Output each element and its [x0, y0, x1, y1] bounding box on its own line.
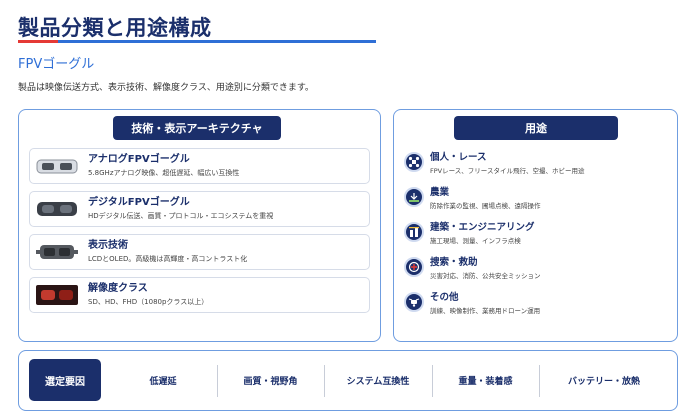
factor-image-quality: 画質・視野角 — [243, 376, 298, 387]
use-item-other: その他 訓練、映像制作、業務用ドローン運用 — [404, 292, 669, 322]
digital-goggle-icon — [34, 197, 80, 221]
factor-battery-heat: バッテリー・放熱 — [567, 376, 640, 387]
tech-item-name: 表示技術 — [88, 240, 128, 251]
use-item-name: 捜索・救助 — [430, 257, 478, 268]
page-description: 製品は映像伝送方式、表示技術、解像度クラス、用途別に分類できます。 — [18, 83, 314, 93]
tech-panel: 技術・表示アーキテクチャ アナログFPVゴーグル 5.8GHzアナログ映像、超低… — [18, 109, 381, 342]
title-underline-accent — [18, 40, 58, 43]
page-title: 製品分類と用途構成 — [18, 16, 212, 40]
use-item-desc: FPVレース、フリースタイル飛行、空撮、ホビー用途 — [430, 167, 585, 175]
selection-factors-heading: 選定要因 — [29, 359, 101, 401]
tech-item-name: アナログFPVゴーグル — [88, 154, 190, 165]
rescue-icon — [404, 257, 424, 277]
tech-item-name: 解像度クラス — [88, 283, 148, 294]
use-item-desc: 防除作業の監視、圃場点検、遠隔操作 — [430, 202, 541, 210]
drone-icon — [404, 152, 424, 172]
use-item-search-rescue: 捜索・救助 災害対応、消防、公共安全ミッション — [404, 257, 669, 287]
use-item-name: 建築・エンジニアリング — [430, 222, 535, 233]
use-item-agriculture: 農業 防除作業の監視、圃場点検、遠隔操作 — [404, 187, 669, 217]
title-underline — [18, 40, 376, 43]
tech-item-digital: デジタルFPVゴーグル HDデジタル伝送、画質・プロトコル・エコシステムを重視 — [29, 191, 370, 227]
tech-item-resolution: 解像度クラス SD、HD、FHD（1080pクラス以上） — [29, 277, 370, 313]
display-goggle-icon — [34, 240, 80, 264]
tech-item-analog: アナログFPVゴーグル 5.8GHzアナログ映像、超低遅延、幅広い互換性 — [29, 148, 370, 184]
use-panel: 用途 個人・レース FPVレース、フリースタイル飛行、空撮、ホビー用途 農業 防… — [393, 109, 678, 342]
camera-drone-icon — [404, 292, 424, 312]
tech-item-desc: 5.8GHzアナログ映像、超低遅延、幅広い互換性 — [88, 169, 240, 177]
construction-icon — [404, 222, 424, 242]
tech-item-desc: HDデジタル伝送、画質・プロトコル・エコシステムを重視 — [88, 212, 274, 220]
use-item-name: 農業 — [430, 187, 450, 198]
factor-low-latency: 低遅延 — [149, 376, 177, 387]
tech-item-desc: SD、HD、FHD（1080pクラス以上） — [88, 298, 209, 306]
use-item-desc: 施工現場、測量、インフラ点検 — [430, 237, 521, 245]
resolution-goggle-icon — [34, 283, 80, 307]
factor-weight-comfort: 重量・装着感 — [458, 376, 513, 387]
use-item-name: 個人・レース — [430, 152, 487, 163]
use-item-desc: 災害対応、消防、公共安全ミッション — [430, 272, 541, 280]
selection-factors-bar: 選定要因 低遅延 画質・視野角 システム互換性 重量・装着感 バッテリー・放熱 — [18, 350, 678, 411]
use-item-name: その他 — [430, 292, 459, 303]
factor-compatibility: システム互換性 — [346, 376, 410, 387]
tech-item-desc: LCDとOLED。高級機は高輝度・高コントラスト化 — [88, 255, 248, 263]
tech-item-name: デジタルFPVゴーグル — [88, 197, 190, 208]
tech-panel-heading: 技術・表示アーキテクチャ — [113, 116, 281, 140]
use-panel-heading: 用途 — [454, 116, 618, 140]
use-item-personal-racing: 個人・レース FPVレース、フリースタイル飛行、空撮、ホビー用途 — [404, 152, 669, 182]
analog-goggle-icon — [34, 154, 80, 178]
field-icon — [404, 187, 424, 207]
use-item-desc: 訓練、映像制作、業務用ドローン運用 — [430, 307, 541, 315]
page-subtitle: FPVゴーグル — [18, 57, 95, 72]
use-item-construction: 建築・エンジニアリング 施工現場、測量、インフラ点検 — [404, 222, 669, 252]
tech-item-display: 表示技術 LCDとOLED。高級機は高輝度・高コントラスト化 — [29, 234, 370, 270]
